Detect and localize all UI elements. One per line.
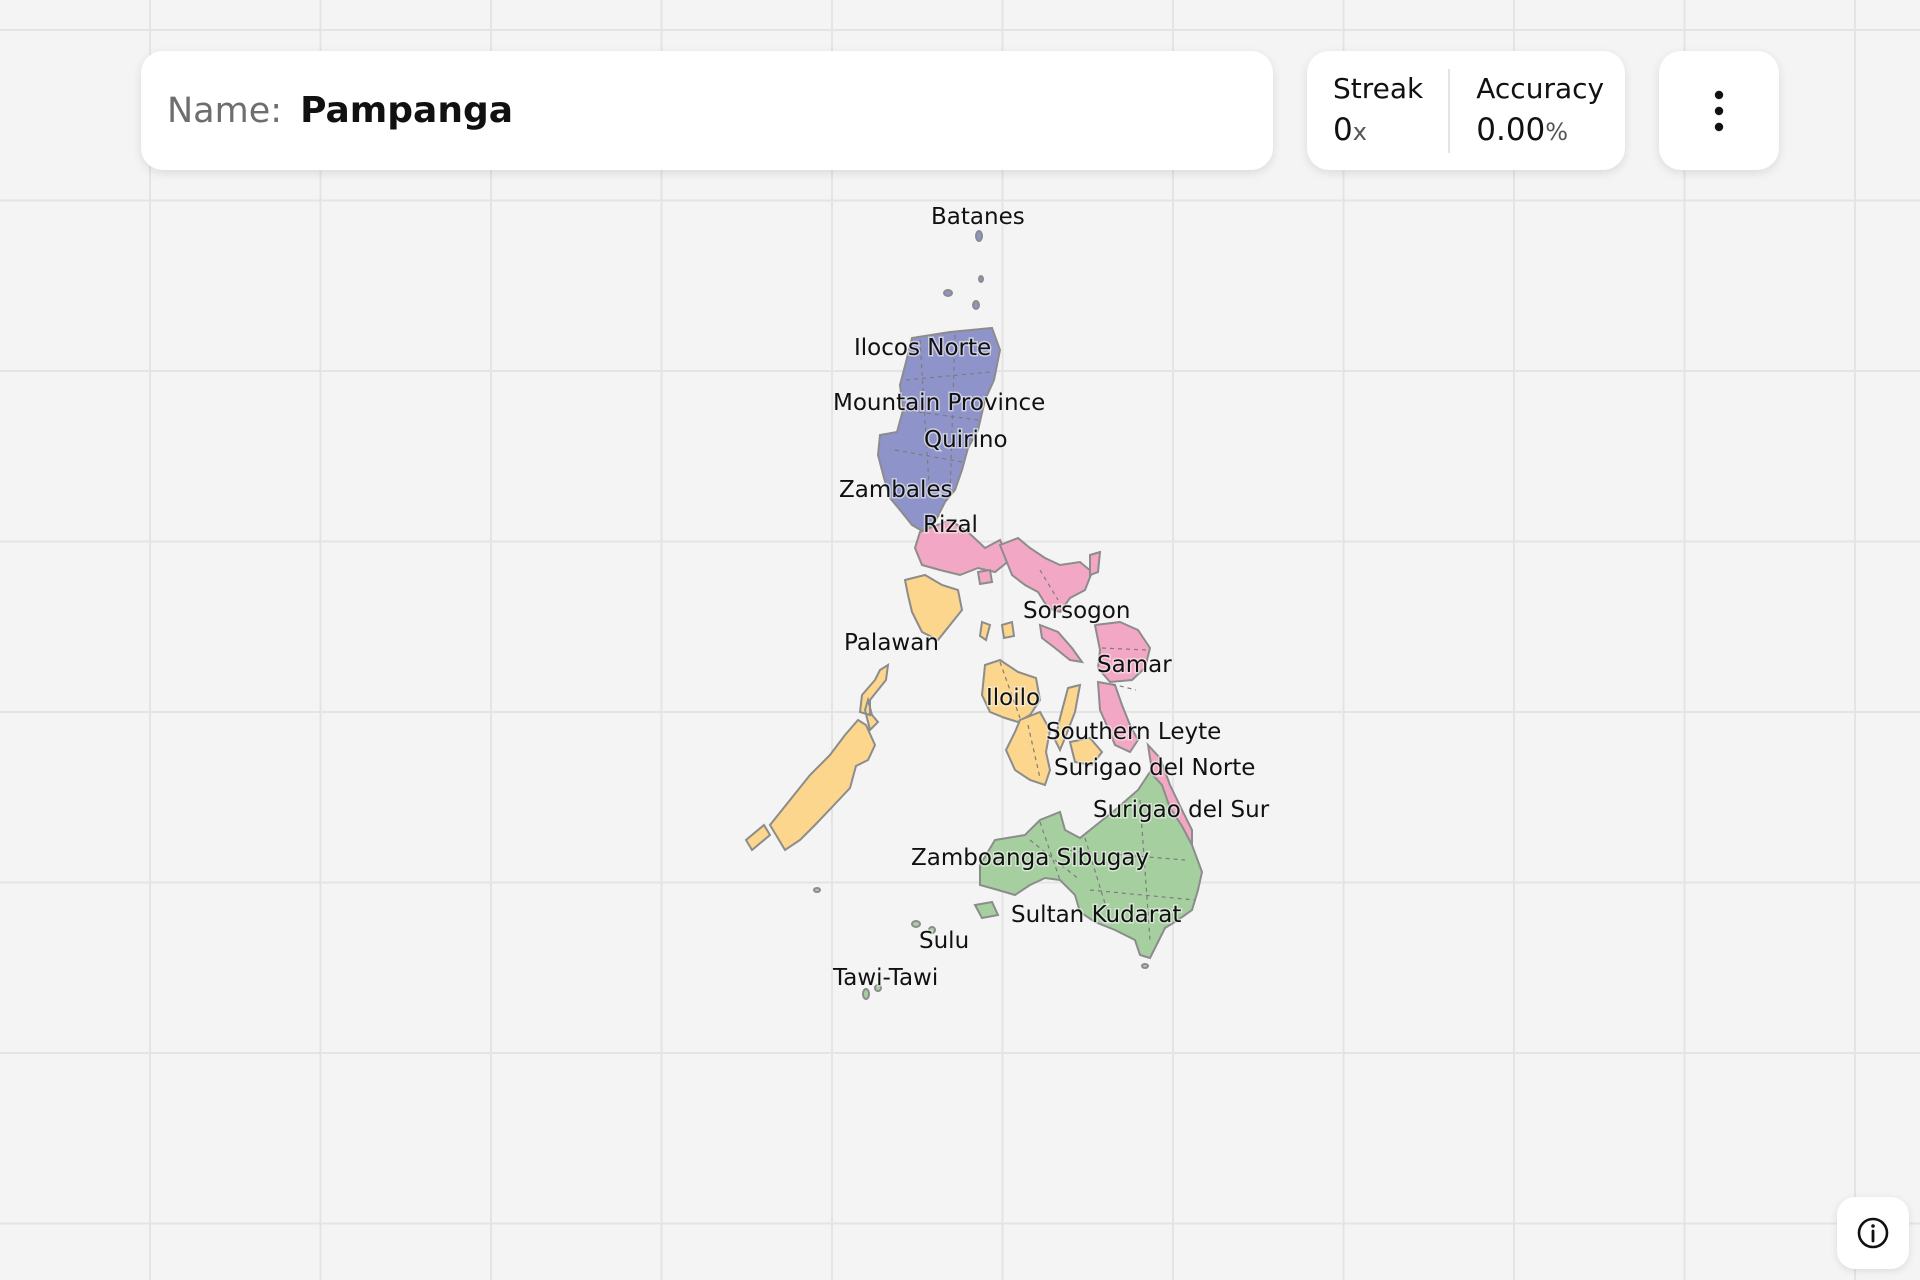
label-sorsogon: Sorsogon <box>1023 598 1130 624</box>
streak-stat: Streak 0x <box>1307 69 1423 153</box>
palawan-region[interactable] <box>744 663 890 852</box>
accuracy-stat: Accuracy 0.00% <box>1450 69 1604 153</box>
streak-label: Streak <box>1333 71 1424 105</box>
label-tawi-tawi: Tawi-Tawi <box>832 965 938 991</box>
more-options-button[interactable] <box>1659 51 1779 170</box>
streak-unit: x <box>1352 117 1367 146</box>
sarangani-island[interactable] <box>1141 963 1149 969</box>
label-batanes: Batanes <box>931 204 1025 230</box>
batanes-island[interactable] <box>975 230 983 242</box>
label-samar: Samar <box>1097 652 1172 678</box>
more-vertical-icon <box>1714 90 1724 131</box>
label-surigao-del-sur: Surigao del Sur <box>1093 797 1270 823</box>
romblon-island[interactable] <box>978 620 992 642</box>
accuracy-value-line: 0.00% <box>1476 109 1604 153</box>
streak-value-line: 0x <box>1333 109 1423 153</box>
negros-region[interactable] <box>1004 710 1052 787</box>
babuyan-island[interactable] <box>943 289 953 297</box>
guimaras-island[interactable] <box>1000 620 1016 640</box>
babuyan-island-3[interactable] <box>978 275 984 283</box>
label-southern-leyte: Southern Leyte <box>1046 719 1221 745</box>
accuracy-label: Accuracy <box>1476 71 1605 105</box>
label-zambales: Zambales <box>839 477 952 503</box>
label-iloilo: Iloilo <box>986 685 1040 711</box>
sulu-island[interactable] <box>911 920 921 928</box>
name-prompt-card: Name: Pampanga <box>141 51 1273 170</box>
label-surigao-del-norte: Surigao del Norte <box>1054 755 1255 781</box>
info-button[interactable] <box>1837 1197 1909 1269</box>
label-rizal: Rizal <box>923 512 978 538</box>
info-icon <box>1857 1217 1889 1249</box>
masbate-island[interactable] <box>1038 623 1085 664</box>
label-sulu: Sulu <box>919 928 969 954</box>
stats-card: Streak 0x Accuracy 0.00% <box>1307 51 1625 170</box>
marinduque-island[interactable] <box>976 568 994 586</box>
label-palawan: Palawan <box>844 630 939 656</box>
name-label: Name: <box>167 90 283 131</box>
label-sultan-kudarat: Sultan Kudarat <box>1011 902 1181 928</box>
label-mountain-province: Mountain Province <box>833 390 1045 416</box>
label-quirino: Quirino <box>924 427 1008 453</box>
accuracy-unit: % <box>1545 117 1569 146</box>
batanes-region[interactable] <box>943 230 984 310</box>
babuyan-island-2[interactable] <box>972 300 980 310</box>
accuracy-value: 0.00 <box>1476 111 1546 148</box>
label-zamboanga-sibugay: Zamboanga Sibugay <box>911 845 1149 871</box>
philippines-map[interactable]: Batanes Ilocos Norte Mountain Province Q… <box>0 0 1920 1280</box>
catanduanes-island[interactable] <box>1089 550 1102 577</box>
cagayancillo-island[interactable] <box>813 887 821 893</box>
label-ilocos-norte: Ilocos Norte <box>854 335 991 361</box>
target-province-name: Pampanga <box>300 90 514 131</box>
streak-value: 0 <box>1333 111 1353 148</box>
basilan-island[interactable] <box>973 900 1000 920</box>
